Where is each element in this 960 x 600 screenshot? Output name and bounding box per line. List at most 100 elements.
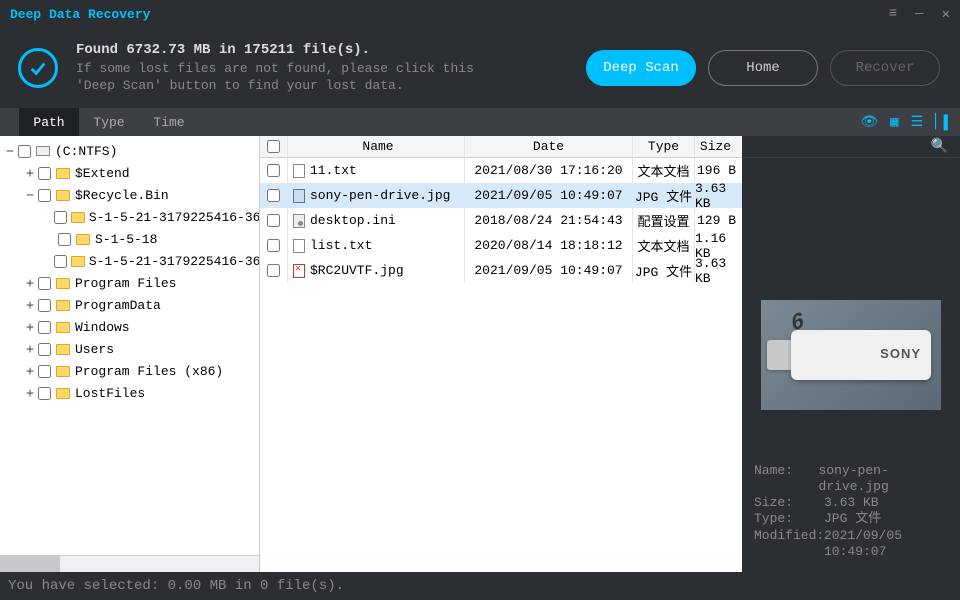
home-button[interactable]: Home [708,50,818,86]
row-checkbox[interactable] [267,239,280,252]
folder-tree[interactable]: −(C:NTFS)+$Extend − $Recycle.Bin S-1-5-21-… [0,136,259,555]
detail-size-value: 3.63 KB [824,495,879,511]
header-size[interactable]: Size [695,136,742,157]
header-text: Found 6732.73 MB in 175211 file(s). If s… [76,42,586,94]
file-size: 3.63 KB [695,258,742,283]
tree-expand-icon[interactable]: + [24,166,36,181]
tree-checkbox[interactable] [38,321,51,334]
drive-icon [35,144,51,158]
tree-checkbox[interactable] [38,189,51,202]
header-type[interactable]: Type [633,136,695,157]
tree-expand-icon[interactable]: + [24,364,36,379]
file-size: 1.16 KB [695,233,742,258]
tree-expand-icon[interactable]: + [24,320,36,335]
file-date: 2020/08/14 18:18:12 [465,233,633,258]
row-checkbox[interactable] [267,264,280,277]
found-summary: Found 6732.73 MB in 175211 file(s). [76,42,586,58]
tree-expand-icon[interactable] [44,232,56,247]
tree-item-6[interactable]: +ProgramData [0,294,259,316]
tree-expand-icon[interactable] [44,254,52,269]
row-checkbox[interactable] [267,214,280,227]
tree-item-1[interactable]: − $Recycle.Bin [0,184,259,206]
tree-checkbox[interactable] [38,343,51,356]
search-icon[interactable]: 🔍 [931,138,948,155]
deep-scan-button[interactable]: Deep Scan [586,50,696,86]
header-checkbox-col[interactable] [260,136,288,157]
close-icon[interactable]: ✕ [942,6,950,23]
tree-expand-icon[interactable]: − [24,188,36,203]
tree-h-scrollbar[interactable] [0,555,259,572]
tree-checkbox[interactable] [58,233,71,246]
file-type: 文本文档 [633,158,695,183]
tree-checkbox[interactable] [38,277,51,290]
app-title: Deep Data Recovery [10,7,889,22]
tree-item-label: Windows [75,320,130,335]
tree-expand-icon[interactable] [44,210,52,225]
tree-item-3[interactable]: S-1-5-18 [0,228,259,250]
tree-checkbox[interactable] [18,145,31,158]
table-row[interactable]: desktop.ini2018/08/24 21:54:43配置设置129 B [260,208,742,233]
search-bar: 🔍 [742,136,960,158]
tab-time[interactable]: Time [139,108,199,136]
tree-checkbox[interactable] [38,387,51,400]
recover-button[interactable]: Recover [830,50,940,86]
detail-type-value: JPG 文件 [824,511,881,527]
table-row[interactable]: list.txt2020/08/14 18:18:12文本文档1.16 KB [260,233,742,258]
file-date: 2021/09/05 10:49:07 [465,183,633,208]
list-view-icon[interactable]: ☰ [911,114,924,131]
tree-item-label: Users [75,342,114,357]
tree-root[interactable]: −(C:NTFS) [0,140,259,162]
tree-item-label: $Recycle.Bin [75,188,169,203]
tree-item-8[interactable]: + Users [0,338,259,360]
table-row[interactable]: 11.txt2021/08/30 17:16:20文本文档196 B [260,158,742,183]
select-all-checkbox[interactable] [267,140,280,153]
tree-expand-icon[interactable]: + [24,298,36,313]
tree-item-7[interactable]: + Windows [0,316,259,338]
detail-modified-label: Modified: [754,528,824,561]
tree-item-10[interactable]: + LostFiles [0,382,259,404]
tree-item-2[interactable]: S-1-5-21-3179225416-36 [0,206,259,228]
tree-checkbox[interactable] [54,255,67,268]
tree-item-9[interactable]: + Program Files (x86) [0,360,259,382]
tree-expand-icon[interactable]: + [24,342,36,357]
file-name: desktop.ini [310,213,396,228]
tree-checkbox[interactable] [38,167,51,180]
detail-view-icon[interactable]: ▏▌ [935,114,952,131]
minimize-icon[interactable]: — [915,6,923,22]
tree-checkbox[interactable] [38,299,51,312]
grid-view-icon[interactable]: ▦ [890,114,898,131]
file-details: Name:sony-pen-drive.jpg Size:3.63 KB Typ… [742,453,960,573]
tab-path[interactable]: Path [19,108,79,136]
detail-type-label: Type: [754,511,824,527]
tree-item-4[interactable]: S-1-5-21-3179225416-36 [0,250,259,272]
tree-item-5[interactable]: +Program Files [0,272,259,294]
tree-expand-icon[interactable]: + [24,276,36,291]
status-bar: You have selected: 0.00 MB in 0 file(s). [0,572,960,600]
file-type: 文本文档 [633,233,695,258]
row-checkbox[interactable] [267,189,280,202]
file-type-icon [292,264,306,278]
header-name[interactable]: Name [288,136,465,157]
header-date[interactable]: Date [465,136,633,157]
tree-item-0[interactable]: +$Extend [0,162,259,184]
file-type-icon [292,164,306,178]
tree-item-label: Program Files (x86) [75,364,223,379]
tree-expand-icon[interactable]: − [4,144,16,159]
folder-icon [55,298,71,312]
row-checkbox[interactable] [267,164,280,177]
tree-checkbox[interactable] [38,365,51,378]
tab-type[interactable]: Type [79,108,139,136]
menu-icon[interactable]: ≡ [889,6,897,22]
tree-checkbox[interactable] [54,211,67,224]
tab-row: Path Type Time 👁 ▦ ☰ ▏▌ [0,108,960,136]
file-type: 配置设置 [633,208,695,233]
tree-item-label: S-1-5-18 [95,232,157,247]
tree-expand-icon[interactable]: + [24,386,36,401]
detail-name-value: sony-pen-drive.jpg [819,463,948,496]
preview-toggle-icon[interactable]: 👁 [860,114,878,131]
table-row[interactable]: sony-pen-drive.jpg2021/09/05 10:49:07JPG… [260,183,742,208]
usb-body-graphic [791,330,931,380]
preview-thumbnail[interactable]: 6 [761,300,941,410]
table-row[interactable]: $RC2UVTF.jpg2021/09/05 10:49:07JPG 文件3.6… [260,258,742,283]
tree-item-label: LostFiles [75,386,145,401]
